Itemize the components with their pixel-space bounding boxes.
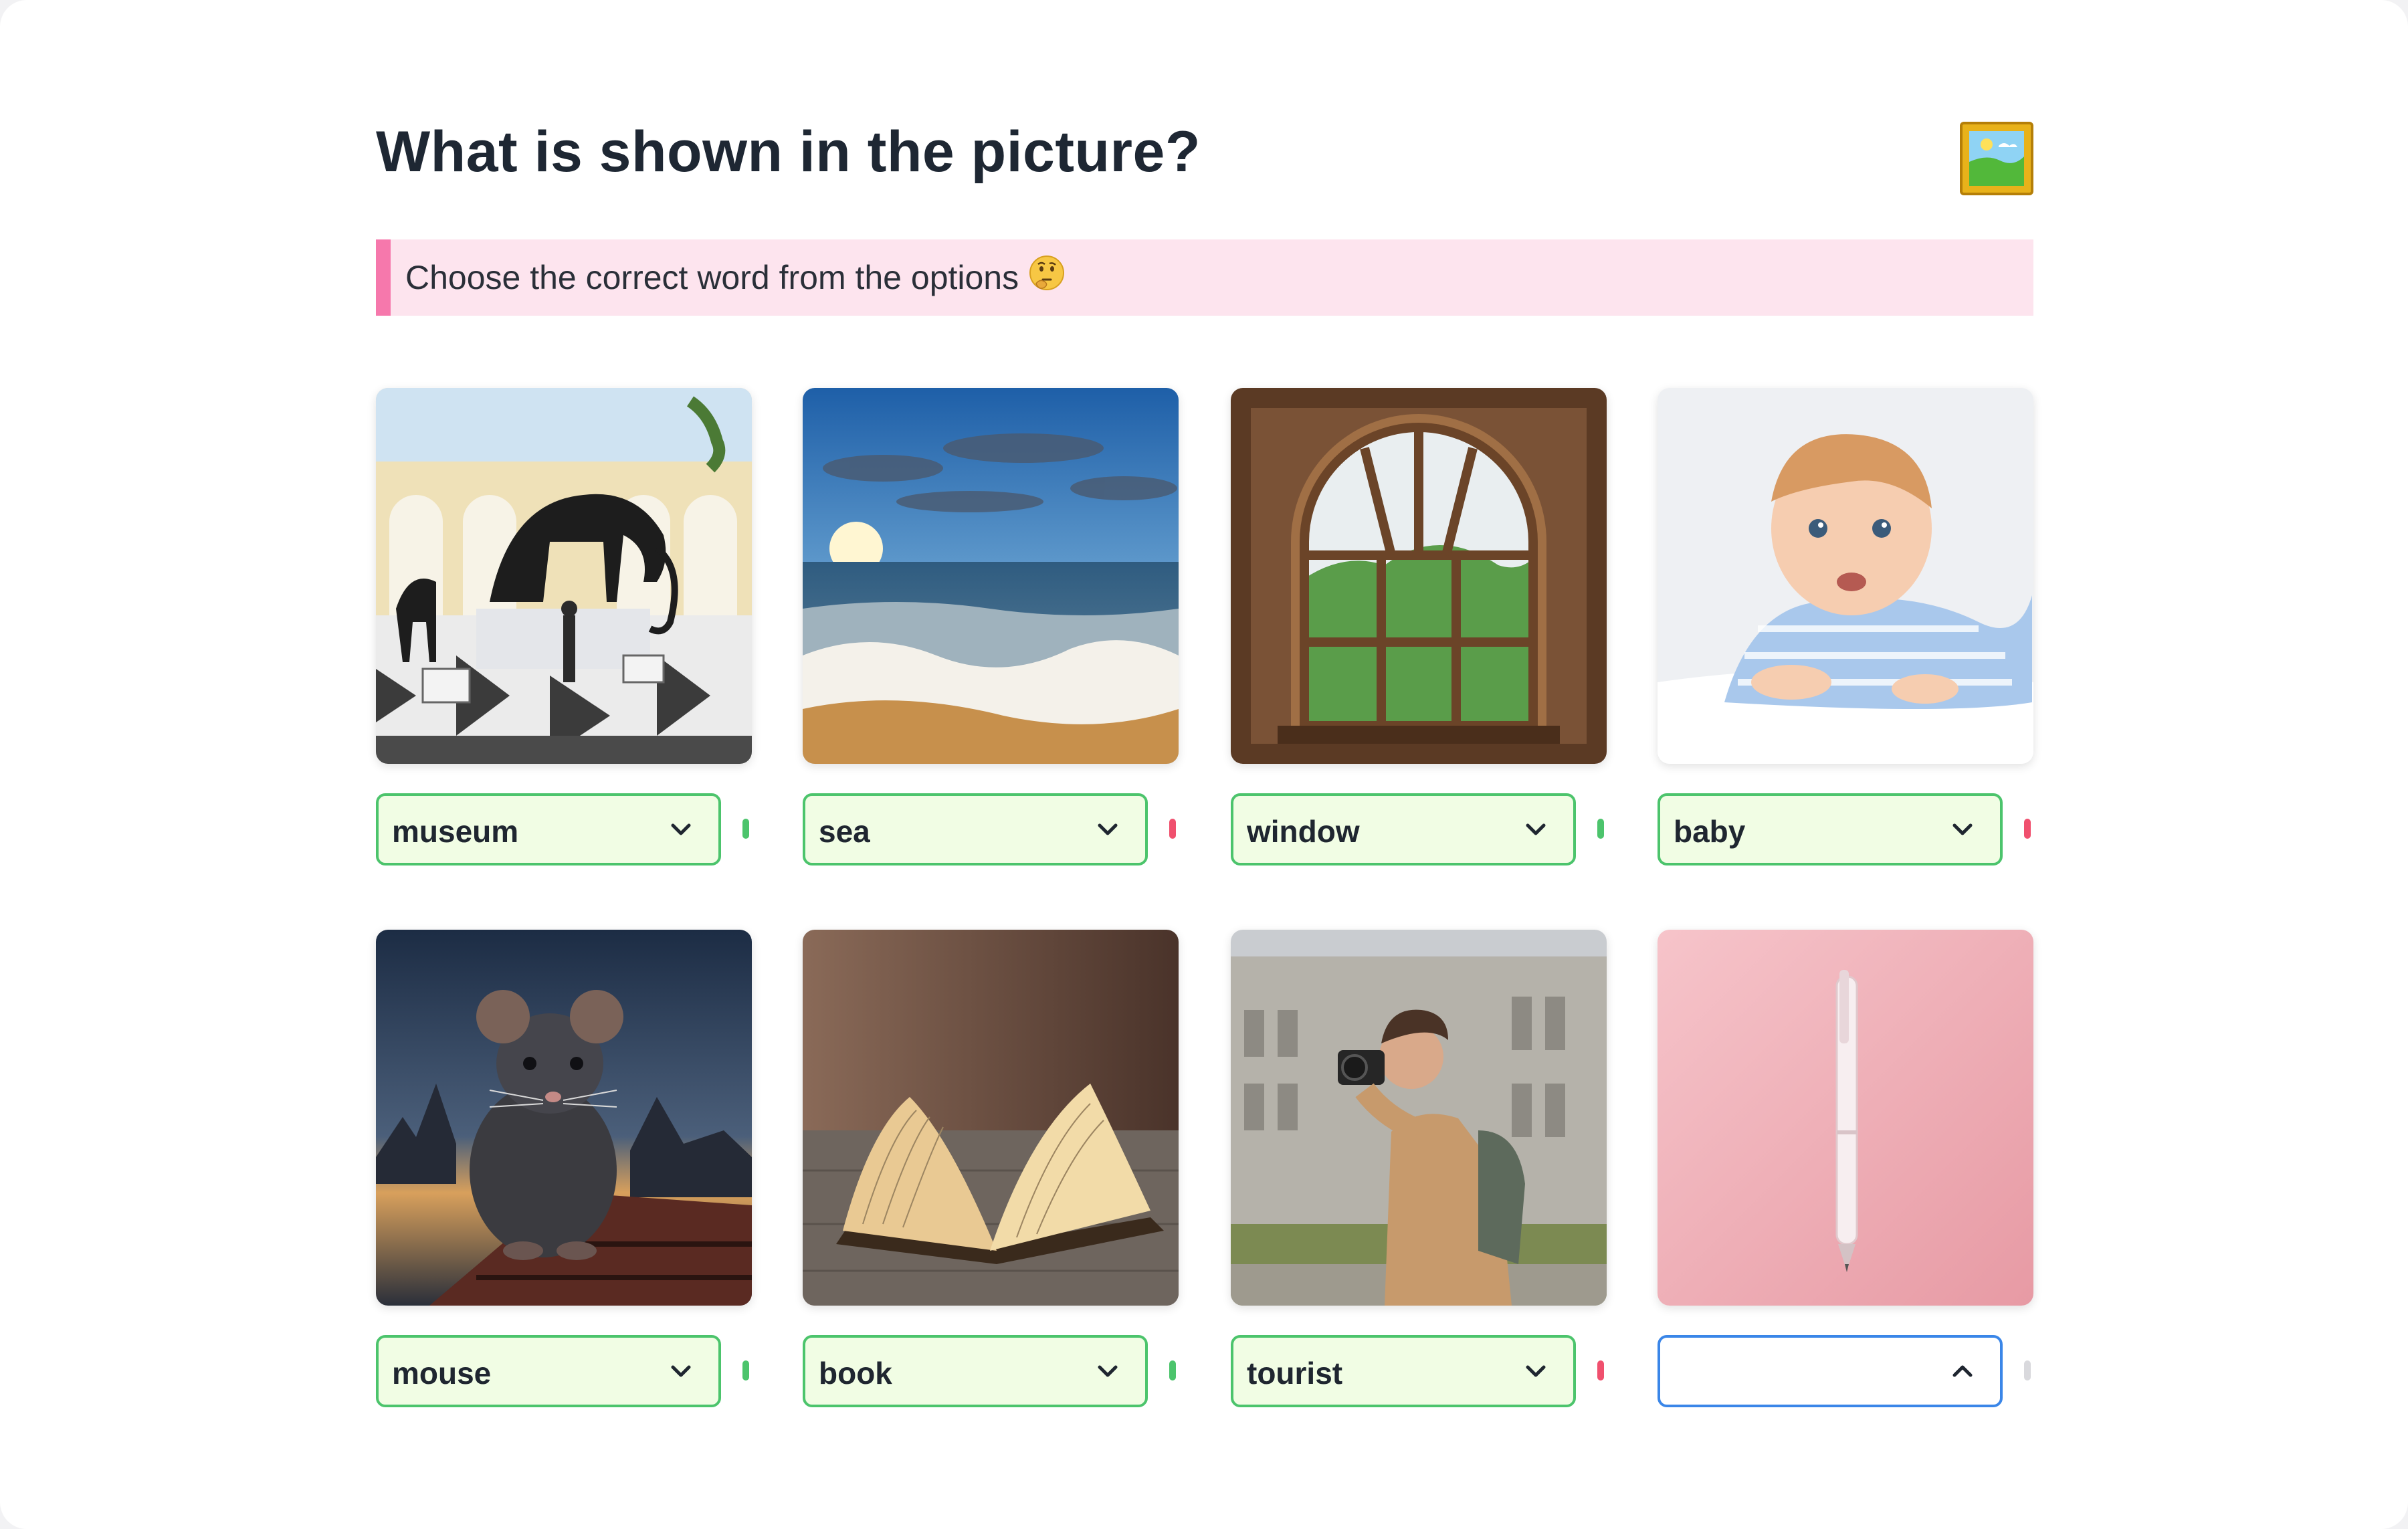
- tourist-photo: [1231, 930, 1607, 1306]
- incorrect-indicator: [1597, 1360, 1604, 1381]
- chevron-down-icon: [1098, 823, 1118, 835]
- selected-word: tourist: [1247, 1356, 1343, 1391]
- correct-indicator: [742, 1360, 749, 1381]
- instruction-banner: Choose the correct word from the options: [376, 239, 2033, 316]
- selected-word: baby: [1674, 814, 1746, 849]
- correct-indicator: [742, 819, 749, 839]
- baby-photo: [1658, 388, 2033, 764]
- answer-dropdown[interactable]: baby: [1658, 793, 2003, 865]
- instruction-text: Choose the correct word from the options: [405, 259, 1019, 296]
- selected-word: sea: [819, 814, 870, 849]
- selected-word: window: [1247, 814, 1360, 849]
- selected-word: mouse: [392, 1356, 492, 1391]
- exercise-content: What is shown in the picture? Choose the…: [376, 114, 2033, 1407]
- selected-word: museum: [392, 814, 519, 849]
- chevron-down-icon: [671, 823, 691, 835]
- answer-dropdown[interactable]: sea: [803, 793, 1148, 865]
- incorrect-indicator: [2024, 819, 2031, 839]
- header: What is shown in the picture?: [376, 114, 2033, 201]
- museum-photo: [376, 388, 752, 764]
- chevron-down-icon: [1098, 1365, 1118, 1377]
- answer-dropdown[interactable]: book: [803, 1335, 1148, 1407]
- exercise-page: What is shown in the picture? Choose the…: [0, 0, 2408, 1529]
- answer-dropdown[interactable]: museum: [376, 793, 721, 865]
- pen-photo: [1658, 930, 2033, 1306]
- answer-dropdown[interactable]: mouse: [376, 1335, 721, 1407]
- framed-picture-icon: [1960, 122, 2033, 195]
- thinking-face-icon: [1029, 256, 1064, 290]
- window-photo: [1231, 388, 1607, 764]
- sea-photo: [803, 388, 1179, 764]
- correct-indicator: [1169, 1360, 1176, 1381]
- pending-indicator: [2024, 1360, 2031, 1381]
- correct-indicator: [1597, 819, 1604, 839]
- mouse-photo: [376, 930, 752, 1306]
- book-photo: [803, 930, 1179, 1306]
- answer-dropdown[interactable]: tourist: [1231, 1335, 1576, 1407]
- selected-word: book: [819, 1356, 892, 1391]
- chevron-down-icon: [1526, 1365, 1546, 1377]
- chevron-down-icon: [671, 1365, 691, 1377]
- incorrect-indicator: [1169, 819, 1176, 839]
- chevron-down-icon: [1526, 823, 1546, 835]
- chevron-up-icon: [1952, 1365, 1973, 1377]
- answer-dropdown-open[interactable]: [1658, 1335, 2003, 1407]
- chevron-down-icon: [1952, 823, 1973, 835]
- page-title: What is shown in the picture?: [376, 120, 1201, 184]
- answer-dropdown[interactable]: window: [1231, 793, 1576, 865]
